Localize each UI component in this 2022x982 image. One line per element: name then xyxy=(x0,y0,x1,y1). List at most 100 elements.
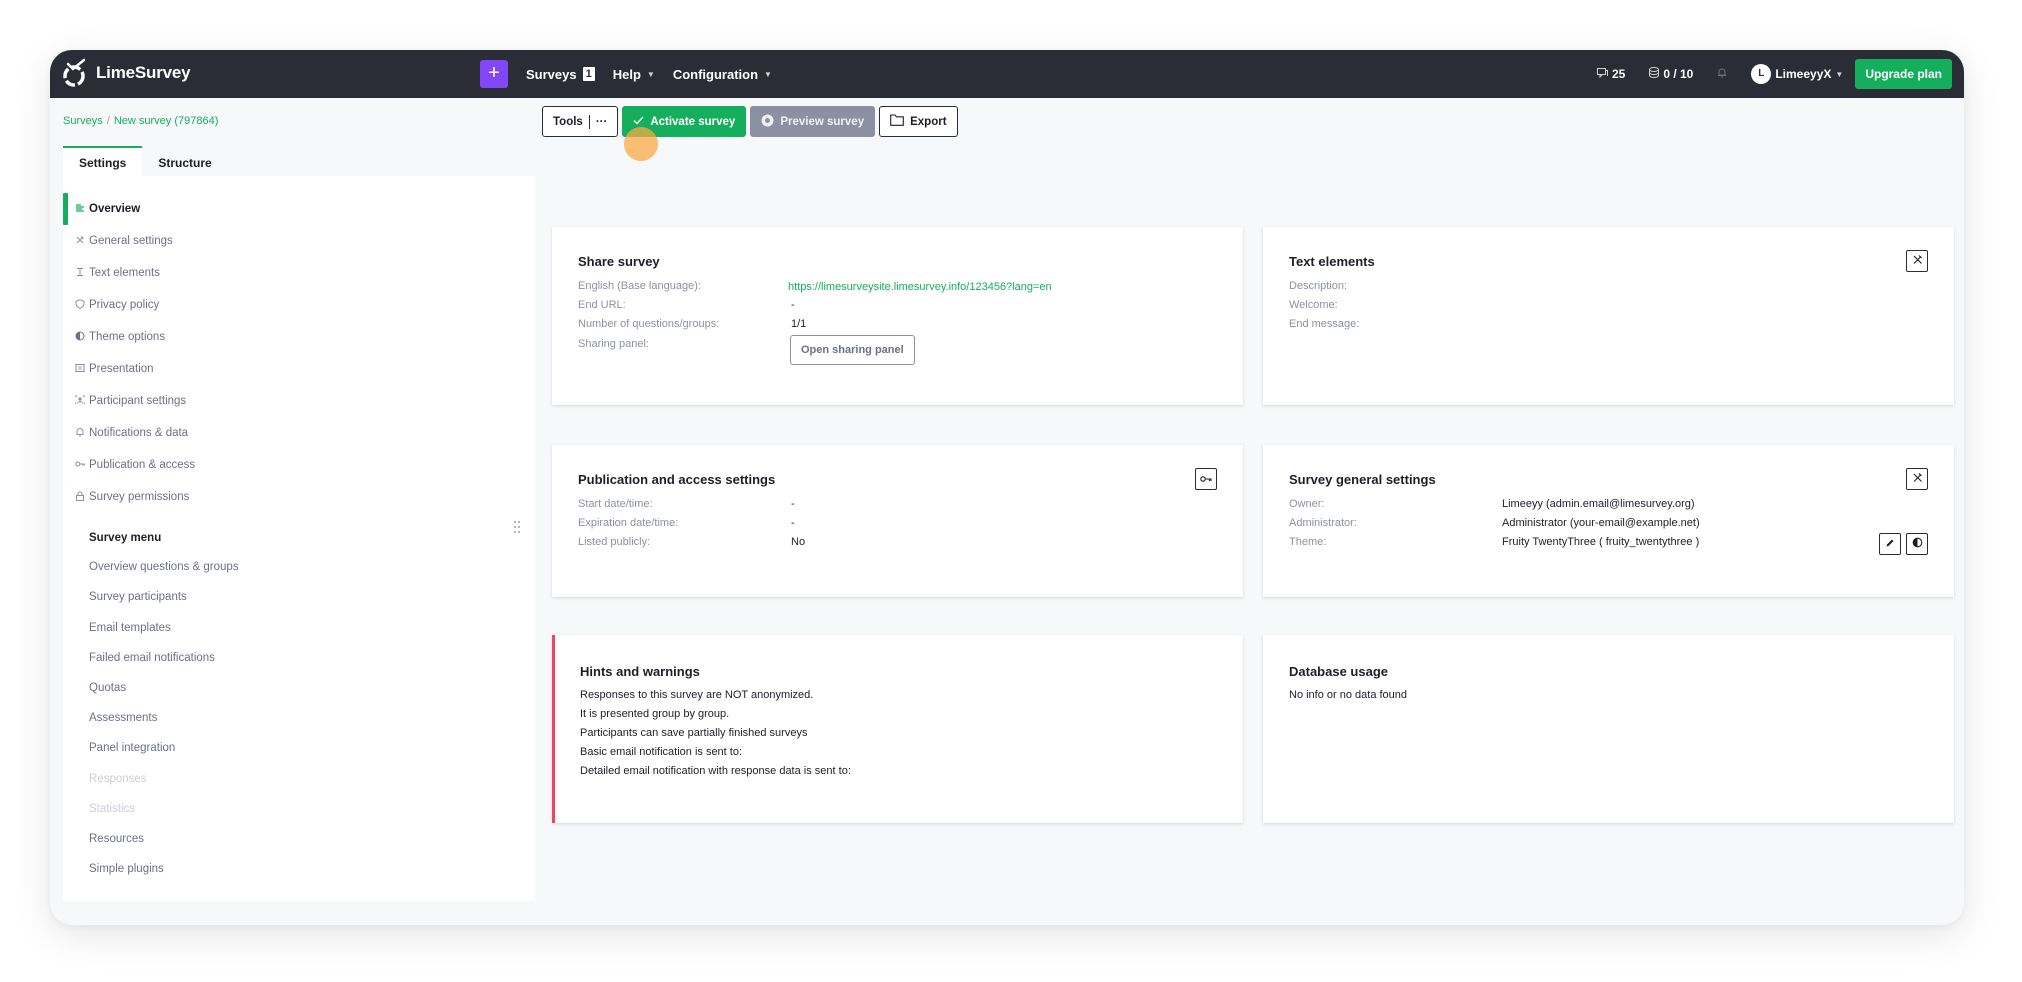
bell-icon xyxy=(1717,67,1727,81)
menu-item-panel-integration[interactable]: Panel integration xyxy=(89,742,175,754)
row-label: Description: xyxy=(1289,280,1348,292)
sidebar-item-label: Publication & access xyxy=(89,459,196,471)
menu-item-resources[interactable]: Resources xyxy=(89,833,144,845)
row-value: - xyxy=(791,299,795,311)
chat-icon xyxy=(1596,67,1608,81)
sidebar: Overview General settings Text elements … xyxy=(63,176,535,901)
survey-url-link[interactable]: https://limesurveysite.limesurvey.info/1… xyxy=(788,281,1052,293)
text-elements-card: Text elements Description: Welcome: End … xyxy=(1263,227,1954,405)
sidebar-item-label: Presentation xyxy=(89,363,154,375)
drag-handle-icon[interactable] xyxy=(513,520,521,534)
limesurvey-logo-icon xyxy=(62,58,88,88)
menu-item-simple-plugins[interactable]: Simple plugins xyxy=(89,863,164,875)
export-button[interactable]: Export xyxy=(879,106,958,137)
menu-item-survey-participants[interactable]: Survey participants xyxy=(89,591,187,603)
sidebar-item-text-elements[interactable]: Text elements xyxy=(63,257,363,289)
tools-icon xyxy=(75,235,85,248)
user-menu[interactable]: L LimeeyyX ▼ xyxy=(1751,64,1843,84)
database-usage-message: No info or no data found xyxy=(1289,689,1408,701)
app-name: LimeSurvey xyxy=(96,63,191,82)
sidebar-item-label: Survey permissions xyxy=(89,491,190,503)
preview-survey-button[interactable]: Preview survey xyxy=(750,106,876,137)
row-label: Number of questions/groups: xyxy=(578,318,720,330)
more-options-icon[interactable]: ··· xyxy=(596,116,608,128)
surveys-count-badge: 1 xyxy=(582,67,595,81)
sidebar-item-label: General settings xyxy=(89,235,173,247)
sidebar-item-presentation[interactable]: Presentation xyxy=(63,353,363,385)
nav-surveys-label: Surveys xyxy=(526,66,577,82)
menu-item-statistics: Statistics xyxy=(89,803,136,815)
sidebar-item-general-settings[interactable]: General settings xyxy=(63,225,363,257)
avatar: L xyxy=(1751,64,1772,84)
sidebar-item-overview[interactable]: Overview xyxy=(63,193,363,225)
row-label: Sharing panel: xyxy=(578,338,649,350)
sidebar-item-theme-options[interactable]: Theme options xyxy=(63,321,363,353)
storage-usage: 0 / 10 xyxy=(1663,67,1694,81)
survey-toolbar: Tools ··· Activate survey Preview survey… xyxy=(542,106,958,137)
menu-item-email-templates[interactable]: Email templates xyxy=(89,622,171,634)
shield-icon xyxy=(75,298,85,312)
menu-item-failed-email-notifications[interactable]: Failed email notifications xyxy=(89,652,215,664)
edit-theme-button[interactable] xyxy=(1879,533,1901,555)
row-value: - xyxy=(791,498,795,510)
breadcrumb-current-survey[interactable]: New survey (797864) xyxy=(114,115,219,127)
edit-publication-button[interactable] xyxy=(1195,468,1217,490)
nav-help[interactable]: Help ▼ xyxy=(613,67,655,82)
row-label: Theme: xyxy=(1289,536,1327,548)
tools-button[interactable]: Tools ··· xyxy=(542,106,619,137)
sidebar-item-participant-settings[interactable]: Participant settings xyxy=(63,385,363,417)
menu-item-assessments[interactable]: Assessments xyxy=(89,712,157,724)
text-cursor-icon xyxy=(75,267,85,280)
breadcrumb-separator: / xyxy=(106,115,110,127)
create-button[interactable]: + xyxy=(480,60,508,88)
chevron-down-icon: ▼ xyxy=(646,69,655,79)
share-survey-card: Share survey English (Base language): ht… xyxy=(552,227,1243,405)
theme-options-button[interactable] xyxy=(1906,533,1928,555)
bell-icon xyxy=(75,427,85,440)
open-sharing-panel-button[interactable]: Open sharing panel xyxy=(790,335,915,365)
hint-line: Basic email notification is sent to: xyxy=(580,746,743,758)
tools-label: Tools xyxy=(553,115,583,128)
logo[interactable]: LimeSurvey xyxy=(62,58,191,88)
key-icon xyxy=(75,459,85,472)
storage-stat[interactable]: 0 / 10 xyxy=(1649,67,1693,81)
upgrade-plan-button[interactable]: Upgrade plan xyxy=(1855,59,1952,89)
publication-access-card: Publication and access settings Start da… xyxy=(552,445,1243,597)
check-icon xyxy=(633,116,644,128)
sidebar-tabs: Settings Structure xyxy=(63,146,228,180)
sidebar-item-privacy-policy[interactable]: Privacy policy xyxy=(63,289,363,321)
nav-surveys[interactable]: Surveys 1 xyxy=(526,67,595,82)
nav-configuration[interactable]: Configuration ▼ xyxy=(673,67,772,82)
sidebar-item-survey-permissions[interactable]: Survey permissions xyxy=(63,481,363,513)
presentation-icon xyxy=(75,363,85,376)
tools-icon xyxy=(1912,252,1923,270)
row-label: Expiration date/time: xyxy=(578,517,679,529)
row-value: Administrator (your-email@example.net) xyxy=(1502,517,1700,529)
pencil-icon xyxy=(1885,535,1895,553)
edit-text-elements-button[interactable] xyxy=(1906,250,1928,272)
responses-stat[interactable]: 25 xyxy=(1596,67,1626,81)
breadcrumb-surveys[interactable]: Surveys xyxy=(63,115,103,127)
sidebar-item-publication-access[interactable]: Publication & access xyxy=(63,449,363,481)
card-title: Publication and access settings xyxy=(578,472,776,487)
participant-icon xyxy=(75,394,85,408)
tab-structure[interactable]: Structure xyxy=(142,146,228,180)
tab-settings[interactable]: Settings xyxy=(63,146,143,180)
menu-item-responses: Responses xyxy=(89,773,147,785)
divider xyxy=(588,114,590,129)
survey-general-settings-card: Survey general settings Owner: Limeeyy (… xyxy=(1263,445,1954,597)
chevron-down-icon: ▼ xyxy=(764,69,772,79)
database-icon xyxy=(1649,67,1660,81)
sidebar-item-label: Overview xyxy=(89,203,141,215)
edit-general-settings-button[interactable] xyxy=(1906,468,1928,490)
row-value: No xyxy=(791,536,806,548)
sidebar-item-label: Text elements xyxy=(89,267,160,279)
notifications-button[interactable] xyxy=(1717,67,1727,81)
responses-count: 25 xyxy=(1611,67,1626,81)
sidebar-item-notifications-data[interactable]: Notifications & data xyxy=(63,417,363,449)
menu-item-quotas[interactable]: Quotas xyxy=(89,682,126,694)
activate-survey-button[interactable]: Activate survey xyxy=(622,106,747,137)
sidebar-item-label: Notifications & data xyxy=(89,427,189,439)
nav-configuration-label: Configuration xyxy=(672,66,759,82)
menu-item-overview-questions-groups[interactable]: Overview questions & groups xyxy=(89,561,239,573)
